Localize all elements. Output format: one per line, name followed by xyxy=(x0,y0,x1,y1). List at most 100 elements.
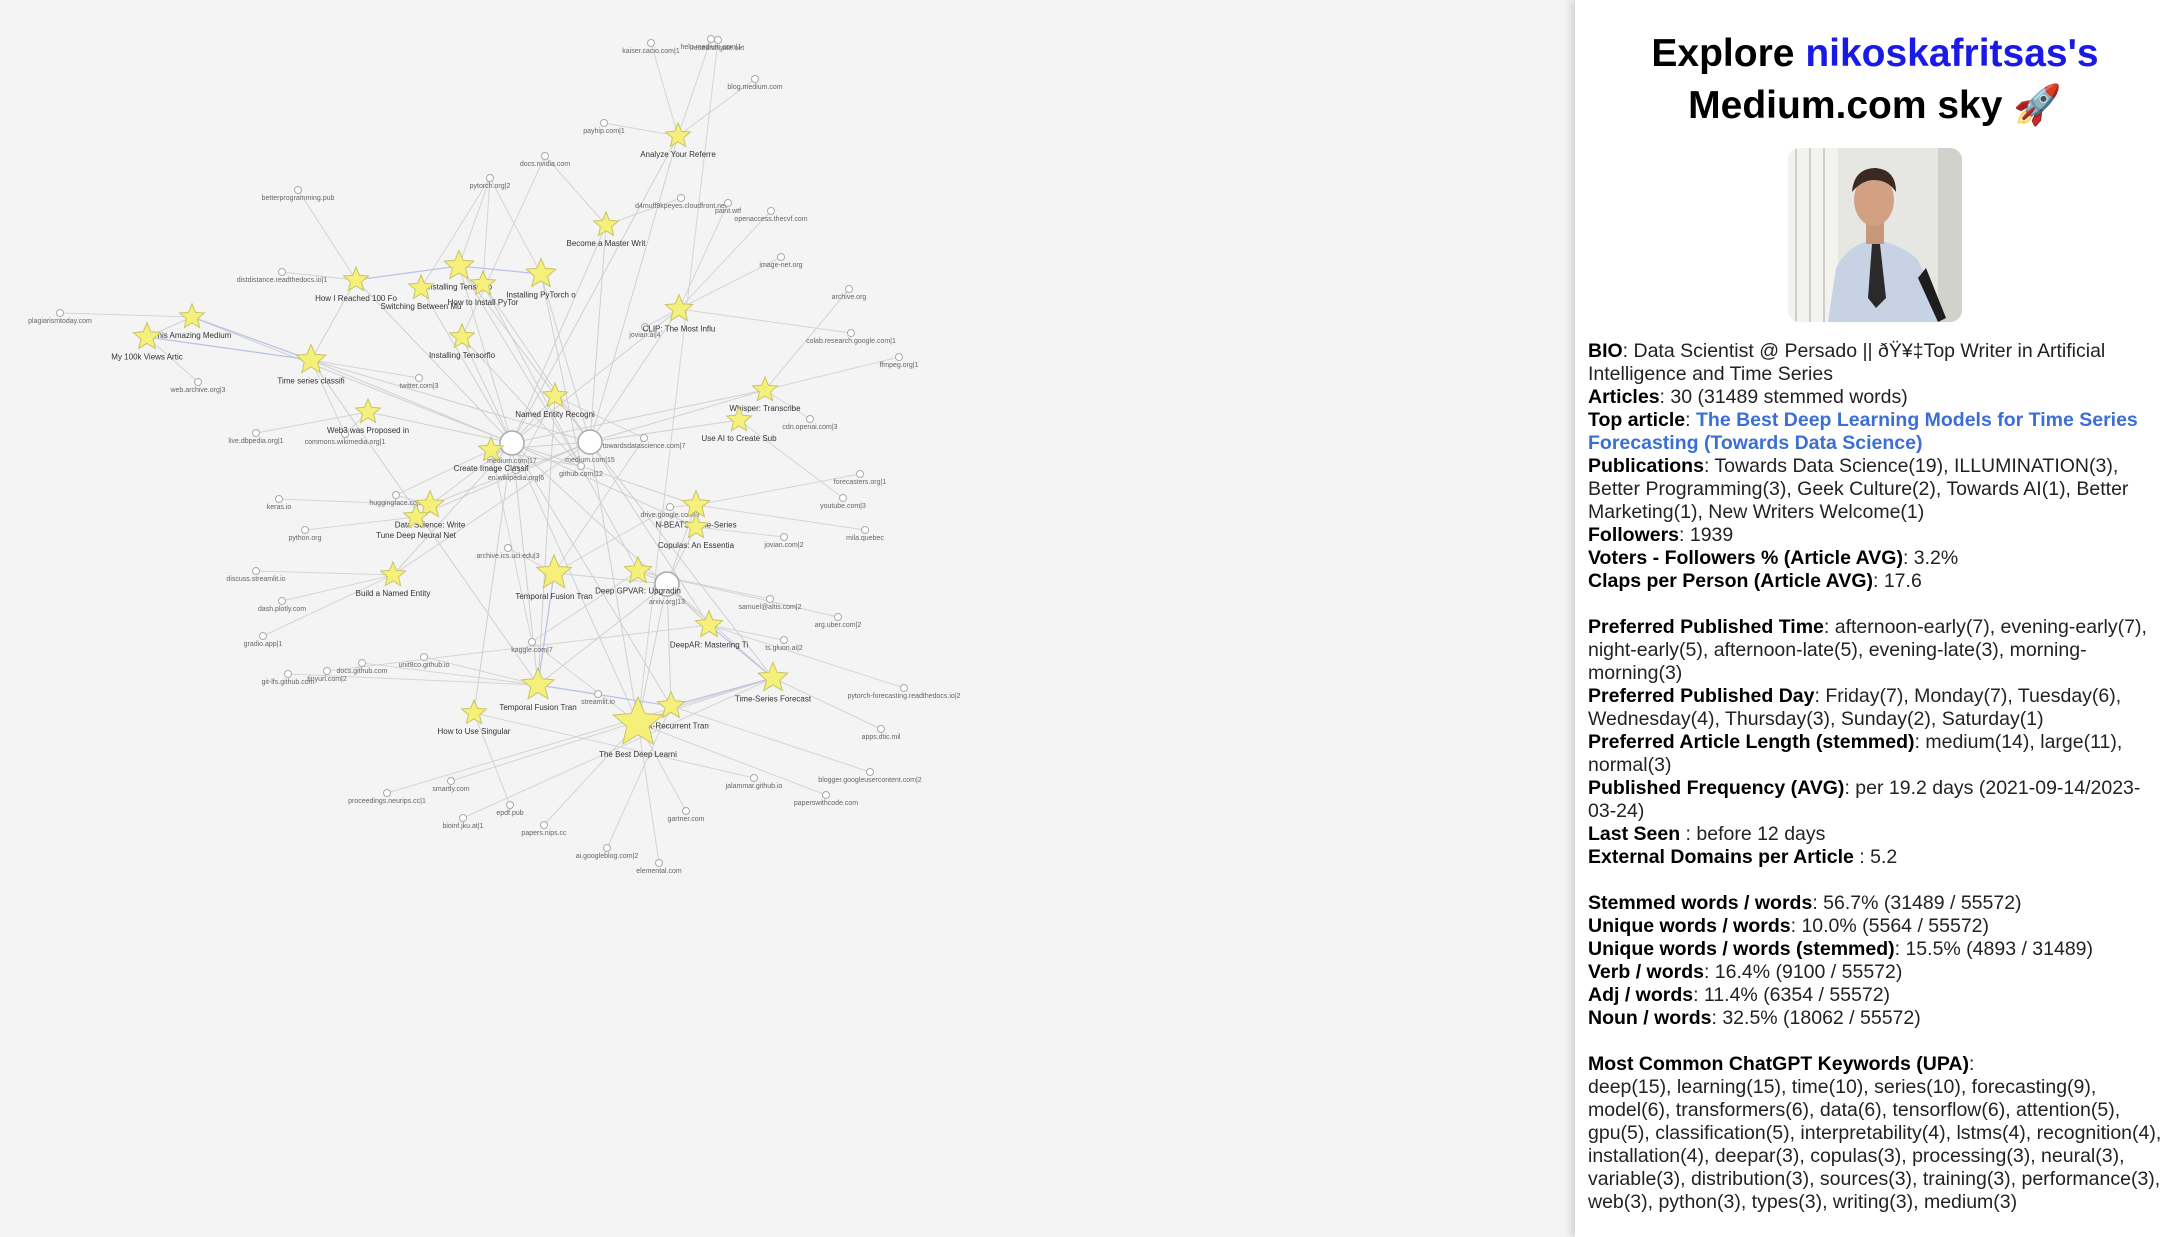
domain-node[interactable]: epdf.pub xyxy=(496,801,524,818)
star-icon[interactable] xyxy=(751,375,779,402)
star-icon[interactable] xyxy=(524,257,558,288)
domain-node[interactable]: betterprogramming.pub xyxy=(262,186,335,203)
article-star-node[interactable]: My 100k Views Artic xyxy=(111,321,183,362)
domain-node[interactable]: distdistance.readthedocs.io|1 xyxy=(237,268,328,285)
domain-node[interactable]: archive.org xyxy=(832,285,867,302)
domain-node-circle[interactable] xyxy=(767,207,775,215)
domain-node[interactable]: d4muff9kpeyes.cloudfront.net xyxy=(635,194,727,211)
star-icon[interactable] xyxy=(354,397,382,424)
domain-node-circle[interactable] xyxy=(415,374,423,382)
domain-node[interactable]: gartner.com xyxy=(668,807,705,824)
domain-node-circle[interactable] xyxy=(540,821,548,829)
domain-node-circle[interactable] xyxy=(866,768,874,776)
domain-node-circle[interactable] xyxy=(724,199,732,207)
domain-node-circle[interactable] xyxy=(900,684,908,692)
domain-node[interactable]: researchgate.net xyxy=(692,36,745,53)
article-star-node[interactable]: DeepAR: Mastering Ti xyxy=(670,609,748,650)
graph-canvas[interactable]: kaiser.cacio.com|1 help.medium.com|1 blog.… xyxy=(0,0,1575,1237)
domain-node-circle[interactable] xyxy=(895,353,903,361)
domain-node-circle[interactable] xyxy=(682,807,690,815)
domain-node[interactable]: keras.io xyxy=(267,495,292,512)
domain-node-circle[interactable] xyxy=(252,567,260,575)
domain-node[interactable]: blogger.googleusercontent.com|2 xyxy=(818,768,922,785)
article-star-node[interactable]: This Amazing Medium xyxy=(153,302,232,340)
star-icon[interactable] xyxy=(460,698,488,725)
domain-node[interactable]: papers.nips.cc xyxy=(521,821,567,838)
domain-node[interactable]: apps.dtic.mil xyxy=(862,725,901,742)
article-star-node[interactable]: Build a Named Entity xyxy=(356,560,431,598)
domain-node-circle[interactable] xyxy=(323,667,331,675)
domain-node[interactable]: smartly.com xyxy=(432,777,470,794)
domain-node-circle[interactable] xyxy=(275,495,283,503)
graph-svg[interactable]: kaiser.cacio.com|1help.medium.com|1blog.… xyxy=(0,0,1575,1237)
domain-node[interactable]: cdn.openai.com|3 xyxy=(782,415,838,432)
star-icon[interactable] xyxy=(664,121,692,148)
domain-node[interactable]: paperswithcode.com xyxy=(794,791,858,808)
domain-node[interactable]: paint.wtf xyxy=(715,199,741,216)
domain-node[interactable]: blog.medium.com xyxy=(727,75,783,92)
graph-nodes[interactable]: kaiser.cacio.com|1help.medium.com|1blog.… xyxy=(28,35,961,876)
domain-node-circle[interactable] xyxy=(777,253,785,261)
domain-node[interactable]: docs.nvidia.com xyxy=(520,152,570,169)
article-star-node[interactable]: CLIP: The Most Influ xyxy=(643,293,716,334)
domain-node-circle[interactable] xyxy=(499,430,525,456)
domain-node[interactable]: ffmpeg.org|1 xyxy=(879,353,919,370)
domain-node-circle[interactable] xyxy=(278,268,286,276)
star-icon[interactable] xyxy=(132,321,162,350)
domain-node-circle[interactable] xyxy=(301,526,309,534)
domain-node[interactable]: samuel@altis.com|2 xyxy=(739,595,802,612)
domain-node[interactable]: elemental.com xyxy=(636,859,682,876)
domain-node-circle[interactable] xyxy=(284,670,292,678)
domain-node-circle[interactable] xyxy=(486,174,494,182)
domain-node[interactable]: bioinf.jku.at|1 xyxy=(442,814,484,831)
domain-node[interactable]: image-net.org xyxy=(759,253,803,270)
domain-node-circle[interactable] xyxy=(577,429,603,455)
domain-node-circle[interactable] xyxy=(677,194,685,202)
domain-node[interactable]: gradio.app|1 xyxy=(244,632,283,649)
domain-node-circle[interactable] xyxy=(541,152,549,160)
domain-node-circle[interactable] xyxy=(358,659,366,667)
star-icon[interactable] xyxy=(342,265,370,292)
domain-node[interactable]: colab.research.google.com|1 xyxy=(806,329,896,346)
article-star-node[interactable]: How I Reached 100 Fo xyxy=(315,265,397,303)
domain-node[interactable]: pytorch-forecasting.readthedocs.io|2 xyxy=(847,684,961,701)
domain-node-circle[interactable] xyxy=(877,725,885,733)
article-star-node[interactable]: Analyze Your Referre xyxy=(640,121,716,159)
domain-node[interactable]: openaccess.thecvf.com xyxy=(734,207,808,224)
domain-node-circle[interactable] xyxy=(594,690,602,698)
domain-node[interactable]: docs.github.com xyxy=(337,659,388,676)
article-star-node[interactable]: Time series classifi xyxy=(277,343,345,386)
domain-node[interactable]: git-lfs.github.com xyxy=(262,670,315,687)
domain-node-circle[interactable] xyxy=(655,859,663,867)
domain-node-circle[interactable] xyxy=(294,186,302,194)
domain-node-circle[interactable] xyxy=(845,285,853,293)
domain-node-circle[interactable] xyxy=(839,494,847,502)
domain-node[interactable]: arg.uber.com|2 xyxy=(815,613,862,630)
domain-node[interactable]: discuss.streamlit.io xyxy=(226,567,286,584)
domain-node-circle[interactable] xyxy=(806,415,814,423)
domain-node-circle[interactable] xyxy=(666,503,674,511)
domain-node-circle[interactable] xyxy=(861,526,869,534)
domain-node[interactable]: jalammar.github.io xyxy=(725,774,783,791)
domain-node-circle[interactable] xyxy=(528,638,536,646)
domain-node[interactable]: towardsdatascience.com|7 xyxy=(603,434,686,451)
domain-node-circle[interactable] xyxy=(259,632,267,640)
star-icon[interactable] xyxy=(623,555,653,584)
domain-node-circle[interactable] xyxy=(504,544,512,552)
domain-node-circle[interactable] xyxy=(640,434,648,442)
domain-node[interactable]: web.archive.org|3 xyxy=(169,378,226,395)
domain-node-circle[interactable] xyxy=(647,39,655,47)
domain-node-circle[interactable] xyxy=(252,429,260,437)
domain-node-circle[interactable] xyxy=(714,36,722,44)
star-icon[interactable] xyxy=(407,273,435,300)
domain-node-circle[interactable] xyxy=(750,774,758,782)
domain-node[interactable]: forecasters.org|1 xyxy=(834,470,887,487)
article-star-node[interactable]: Time-Series Forecast xyxy=(735,661,812,704)
domain-node-circle[interactable] xyxy=(766,595,774,603)
domain-node-circle[interactable] xyxy=(600,119,608,127)
domain-node-circle[interactable] xyxy=(822,791,830,799)
domain-node-circle[interactable] xyxy=(278,597,286,605)
article-star-node[interactable]: Installing Tensorflo xyxy=(429,322,496,360)
domain-node[interactable]: huggingface.co|3 xyxy=(369,491,423,508)
domain-node-circle[interactable] xyxy=(847,329,855,337)
